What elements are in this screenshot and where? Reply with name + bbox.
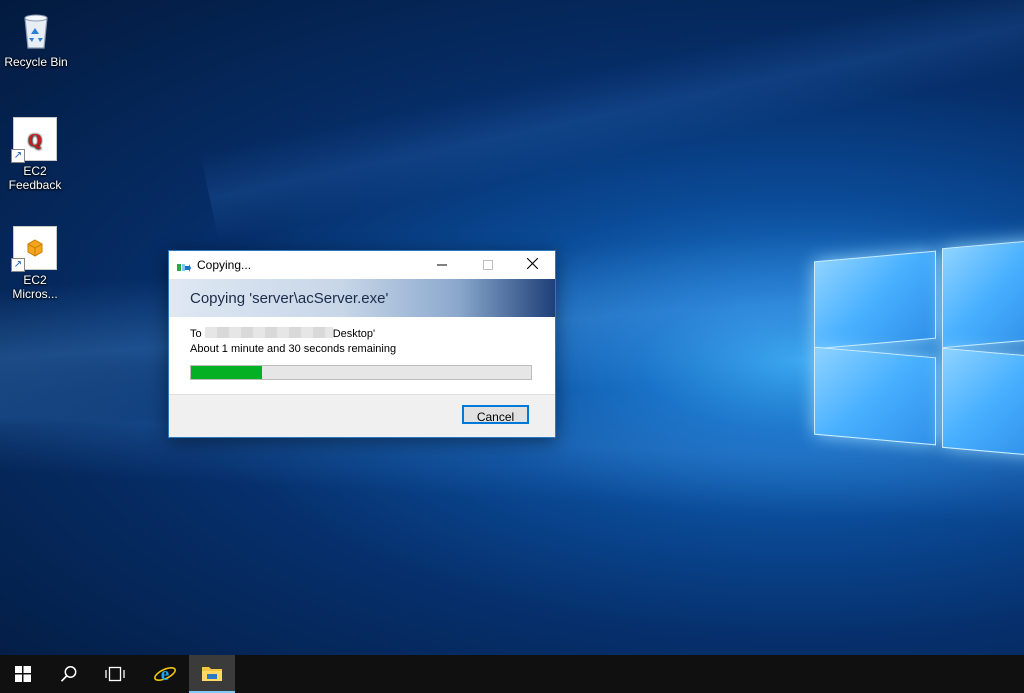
close-button[interactable] <box>509 251 555 279</box>
dialog-title: Copying... <box>197 258 252 272</box>
desktop-icon-ec2-feedback[interactable]: Q ↗ EC2 Feedback <box>0 117 70 192</box>
internet-explorer-icon: e <box>154 664 176 685</box>
desktop-icon-label: Feedback <box>8 178 62 192</box>
destination-prefix: To <box>190 328 202 340</box>
ec2-feedback-icon: Q ↗ <box>11 117 57 163</box>
time-remaining: About 1 minute and 30 seconds remaining <box>190 343 397 355</box>
redacted-path <box>204 327 333 338</box>
start-icon <box>15 666 31 682</box>
copy-progress-icon <box>177 260 191 272</box>
search-icon <box>60 666 77 682</box>
svg-text:e: e <box>161 664 169 685</box>
copy-header-text: Copying 'server\acServer.exe' <box>190 290 389 307</box>
taskbar: e <box>0 655 1024 693</box>
windows-logo-wallpaper <box>812 238 1024 478</box>
maximize-icon <box>483 260 493 270</box>
progress-fill <box>191 366 263 379</box>
task-view-button[interactable] <box>92 655 138 693</box>
dialog-header: Copying 'server\acServer.exe' <box>169 279 555 317</box>
copy-dialog: Copying... Copying 'server\acServer.exe'… <box>168 250 556 438</box>
cancel-button[interactable]: Cancel <box>462 405 529 424</box>
desktop-icon-ec2-microsoft[interactable]: ↗ EC2 Micros... <box>0 226 70 301</box>
recycle-bin-icon <box>14 8 58 52</box>
destination-suffix: Desktop' <box>332 328 376 340</box>
desktop-icon-label: EC2 <box>23 273 47 287</box>
maximize-button <box>465 251 511 279</box>
copy-progress-bar <box>190 365 532 380</box>
desktop-icon-label: EC2 <box>23 164 47 178</box>
ec2-cube-icon: ↗ <box>11 226 57 272</box>
shortcut-arrow-icon: ↗ <box>11 149 25 163</box>
shortcut-arrow-icon: ↗ <box>11 258 25 272</box>
file-explorer-icon <box>202 667 222 681</box>
close-icon <box>526 257 538 270</box>
desktop-icon-label: Recycle Bin <box>4 55 68 69</box>
dialog-titlebar[interactable]: Copying... <box>169 251 555 279</box>
wallpaper-beam <box>200 0 1024 243</box>
minimize-icon <box>437 264 447 266</box>
start-button[interactable] <box>0 655 46 693</box>
dialog-body: To Desktop' About 1 minute and 30 second… <box>169 317 555 393</box>
internet-explorer-button[interactable]: e <box>142 655 188 693</box>
task-view-icon <box>105 666 125 682</box>
search-button[interactable] <box>46 655 92 693</box>
destination-line: To Desktop' <box>190 327 375 340</box>
desktop-icon-label: Micros... <box>12 287 58 301</box>
svg-text:Q: Q <box>28 130 42 150</box>
dialog-footer: Cancel <box>169 394 555 437</box>
desktop-icon-recycle-bin[interactable]: Recycle Bin <box>1 8 71 69</box>
minimize-button[interactable] <box>419 251 465 279</box>
file-explorer-button[interactable] <box>189 655 235 693</box>
